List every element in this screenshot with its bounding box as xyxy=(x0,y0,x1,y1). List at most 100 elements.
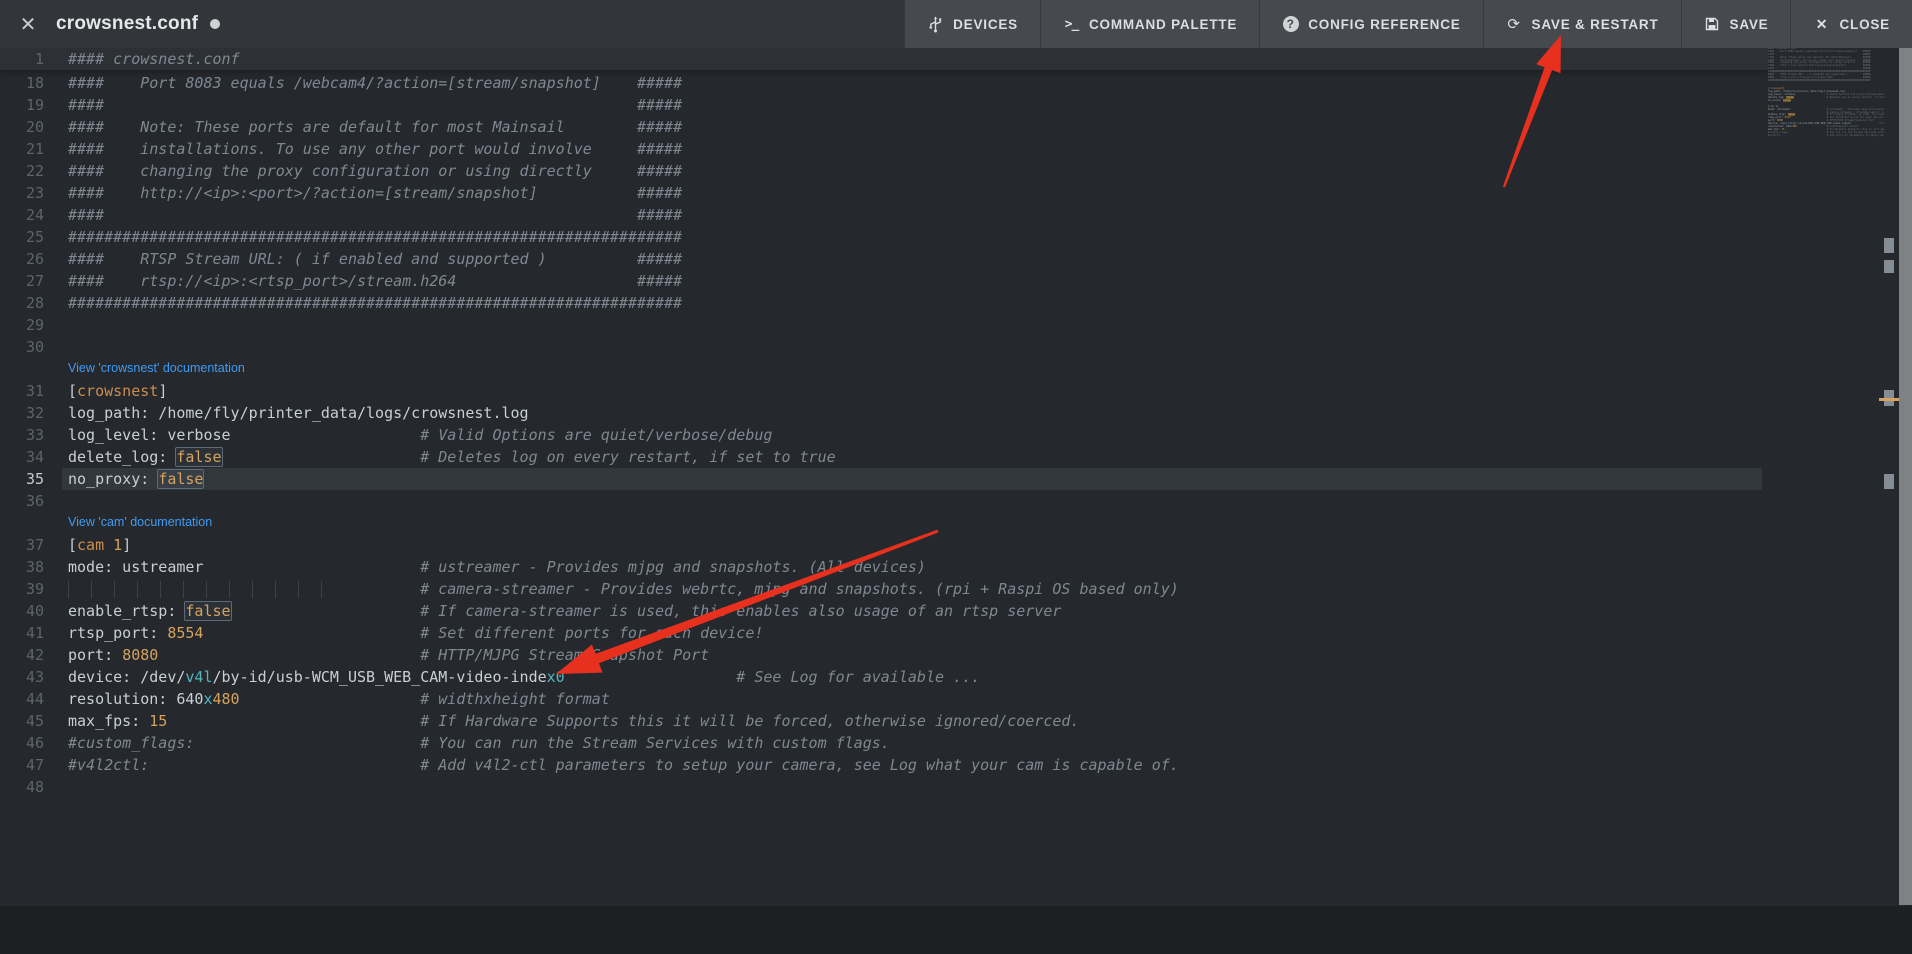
code-line: 43device: /dev/v4l/by-id/usb-WCM_USB_WEB… xyxy=(0,666,1768,688)
line-number: 44 xyxy=(0,688,44,710)
code-line: 33log_level: verbose # Valid Options are… xyxy=(0,424,1768,446)
question-circle-icon: ? xyxy=(1282,16,1299,33)
save-button[interactable]: SAVE xyxy=(1681,0,1791,48)
overview-ruler-mark xyxy=(1884,474,1894,489)
code-line: 31[crowsnest] xyxy=(0,380,1768,402)
editor-dialog: ✕ crowsnest.conf DEVICES >_ COMMAND PALETT… xyxy=(0,0,1912,954)
code-line: 29 xyxy=(0,314,1768,336)
overview-ruler-mark xyxy=(1884,238,1894,253)
codelens-link[interactable]: View 'crowsnest' documentation xyxy=(0,358,1768,380)
unsaved-changes-dot xyxy=(210,19,220,29)
line-number: 27 xyxy=(0,270,44,292)
command-palette-button[interactable]: >_ COMMAND PALETTE xyxy=(1040,0,1259,48)
current-line-highlight xyxy=(62,468,1762,490)
code-line: 35no_proxy: false xyxy=(0,468,1768,490)
line-number: 28 xyxy=(0,292,44,314)
line-number: 48 xyxy=(0,776,44,798)
code-line: 48 xyxy=(0,776,1768,798)
scrollbar-thumb[interactable] xyxy=(1899,48,1912,905)
line-number: 31 xyxy=(0,380,44,402)
code-line: 1#### crowsnest.conf xyxy=(0,48,1768,70)
line-number: 24 xyxy=(0,204,44,226)
code-line: 44resolution: 640x480 # widthxheight for… xyxy=(0,688,1768,710)
close-button[interactable]: ✕ CLOSE xyxy=(1790,0,1912,48)
code-line: 21#### installations. To use any other p… xyxy=(0,138,1768,160)
line-number: 18 xyxy=(0,72,44,94)
code-line: 39 # camera-streamer - Provides webrtc, … xyxy=(0,578,1768,600)
line-number: 46 xyxy=(0,732,44,754)
dialog-bottom-band xyxy=(0,906,1912,954)
config-reference-button[interactable]: ? CONFIG REFERENCE xyxy=(1259,0,1482,48)
close-icon: ✕ xyxy=(1813,16,1830,33)
code-line: 30 xyxy=(0,336,1768,358)
code-line: 46#custom_flags: # You can run the Strea… xyxy=(0,732,1768,754)
code-line: 25######################################… xyxy=(0,226,1768,248)
line-number: 37 xyxy=(0,534,44,556)
line-number: 19 xyxy=(0,94,44,116)
code-editor[interactable]: 1#### crowsnest.conf 18#### Port 8083 eq… xyxy=(0,48,1912,906)
button-label: CONFIG REFERENCE xyxy=(1308,17,1460,32)
sticky-scroll-line: 1#### crowsnest.conf xyxy=(0,48,1768,70)
save-restart-button[interactable]: ⟳ SAVE & RESTART xyxy=(1483,0,1681,48)
line-number: 40 xyxy=(0,600,44,622)
minimap[interactable]: #### crowsnest.conf#### Port 8083 equals… xyxy=(1768,48,1884,141)
codelens-link[interactable]: View 'cam' documentation xyxy=(0,512,1768,534)
code-line: 20#### Note: These ports are default for… xyxy=(0,116,1768,138)
code-line: 36 xyxy=(0,490,1768,512)
titlebar: ✕ crowsnest.conf DEVICES >_ COMMAND PALETT… xyxy=(0,0,1912,48)
line-number: 39 xyxy=(0,578,44,600)
line-number: 1 xyxy=(0,48,44,70)
file-title: crowsnest.conf xyxy=(56,0,198,48)
code-line: 45max_fps: 15 # If Hardware Supports thi… xyxy=(0,710,1768,732)
close-icon[interactable]: ✕ xyxy=(0,0,56,48)
devices-button[interactable]: DEVICES xyxy=(904,0,1040,48)
code-line: 23#### http://<ip>:<port>/?action=[strea… xyxy=(0,182,1768,204)
line-number: 26 xyxy=(0,248,44,270)
button-label: COMMAND PALETTE xyxy=(1089,17,1237,32)
code-line: 37[cam 1] xyxy=(0,534,1768,556)
line-number: 21 xyxy=(0,138,44,160)
line-number: 29 xyxy=(0,314,44,336)
line-number: 36 xyxy=(0,490,44,512)
code-line: 19#### ##### xyxy=(0,94,1768,116)
line-number: 23 xyxy=(0,182,44,204)
code-line: 28######################################… xyxy=(0,292,1768,314)
code-line: 38mode: ustreamer # ustreamer - Provides… xyxy=(0,556,1768,578)
line-number: 41 xyxy=(0,622,44,644)
usb-icon xyxy=(927,16,944,33)
line-number: 33 xyxy=(0,424,44,446)
minimap-line: #v4l2ctl: # Add v4l2-ctl parameters to s… xyxy=(1768,135,1884,138)
line-number: 42 xyxy=(0,644,44,666)
line-number: 35 xyxy=(0,468,44,490)
code-line: 42port: 8080 # HTTP/MJPG Stream/Snapshot… xyxy=(0,644,1768,666)
code-rows: 18#### Port 8083 equals /webcam4/?action… xyxy=(0,72,1768,798)
line-number: 20 xyxy=(0,116,44,138)
line-number: 38 xyxy=(0,556,44,578)
code-line: 27#### rtsp://<ip>:<rtsp_port>/stream.h2… xyxy=(0,270,1768,292)
line-number: 25 xyxy=(0,226,44,248)
terminal-icon: >_ xyxy=(1063,16,1080,33)
button-label: CLOSE xyxy=(1839,17,1890,32)
code-line: 32log_path: /home/fly/printer_data/logs/… xyxy=(0,402,1768,424)
button-label: SAVE xyxy=(1730,17,1769,32)
line-number: 30 xyxy=(0,336,44,358)
overview-ruler-mark xyxy=(1884,260,1894,273)
line-number: 22 xyxy=(0,160,44,182)
line-number: 43 xyxy=(0,666,44,688)
line-number: 34 xyxy=(0,446,44,468)
line-number: 32 xyxy=(0,402,44,424)
line-number: 47 xyxy=(0,754,44,776)
restart-icon: ⟳ xyxy=(1506,16,1523,33)
code-line: 26#### RTSP Stream URL: ( if enabled and… xyxy=(0,248,1768,270)
code-line: 24#### ##### xyxy=(0,204,1768,226)
code-line: 18#### Port 8083 equals /webcam4/?action… xyxy=(0,72,1768,94)
button-label: DEVICES xyxy=(953,17,1018,32)
line-number: 45 xyxy=(0,710,44,732)
code-line: 22#### changing the proxy configuration … xyxy=(0,160,1768,182)
code-line: 34delete_log: false # Deletes log on eve… xyxy=(0,446,1768,468)
button-label: SAVE & RESTART xyxy=(1532,17,1659,32)
code-line: 47#v4l2ctl: # Add v4l2-ctl parameters to… xyxy=(0,754,1768,776)
minimap-line xyxy=(1768,138,1884,141)
code-line: 40enable_rtsp: false # If camera-streame… xyxy=(0,600,1768,622)
floppy-icon xyxy=(1704,16,1721,33)
